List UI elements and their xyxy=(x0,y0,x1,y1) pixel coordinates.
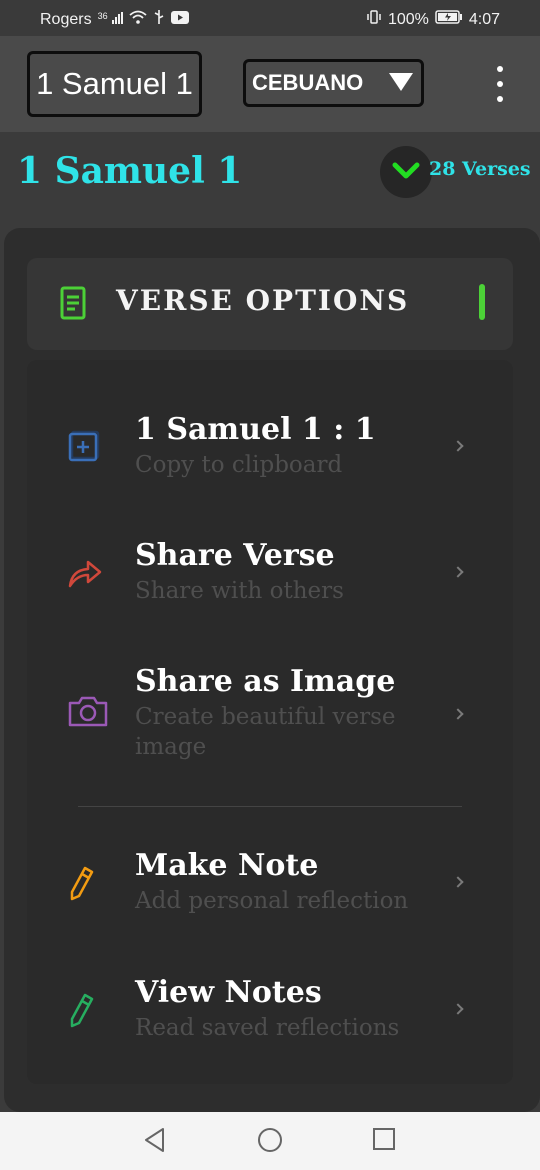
network-type: 36 xyxy=(97,10,108,21)
chevron-right-icon xyxy=(452,876,464,888)
system-navigation-bar xyxy=(0,1112,540,1170)
view-notes-option[interactable]: View Notes Read saved reflections xyxy=(27,963,513,1059)
camera-icon xyxy=(68,696,108,727)
recents-icon[interactable] xyxy=(372,1127,396,1151)
back-icon[interactable] xyxy=(143,1127,167,1153)
copy-verse-option[interactable]: 1 Samuel 1 : 1 Copy to clipboard xyxy=(27,400,513,496)
option-subtitle: Read saved reflections xyxy=(135,1015,400,1041)
option-title: Make Note xyxy=(135,848,319,883)
usb-icon xyxy=(153,9,165,30)
share-as-image-option[interactable]: Share as Image Create beautiful verse im… xyxy=(27,652,513,778)
verse-options-title: VERSE OPTIONS xyxy=(116,284,410,317)
more-options-button[interactable] xyxy=(490,66,510,102)
accent-bar xyxy=(479,284,485,320)
wifi-icon xyxy=(129,10,147,29)
option-subtitle: Add personal reflection xyxy=(135,888,409,914)
app-header: 1 Samuel 1 CEBUANO xyxy=(0,36,540,132)
document-icon xyxy=(60,286,86,320)
verse-options-header: VERSE OPTIONS xyxy=(27,258,513,350)
more-dot-icon xyxy=(497,66,503,72)
option-title: Share Verse xyxy=(135,538,335,573)
book-chapter-selector[interactable]: 1 Samuel 1 xyxy=(27,51,202,117)
clock: 4:07 xyxy=(468,10,500,28)
share-verse-option[interactable]: Share Verse Share with others xyxy=(27,526,513,622)
divider xyxy=(78,806,462,807)
chevron-right-icon xyxy=(452,1003,464,1015)
chevron-right-icon xyxy=(452,440,464,452)
language-label: CEBUANO xyxy=(252,70,364,95)
option-subtitle: Share with others xyxy=(135,578,344,604)
share-arrow-icon xyxy=(68,560,102,588)
vibrate-icon xyxy=(366,9,382,30)
make-note-option[interactable]: Make Note Add personal reflection xyxy=(27,836,513,932)
dropdown-triangle-icon xyxy=(389,73,413,91)
pencil-icon xyxy=(70,993,94,1028)
battery-icon xyxy=(435,10,463,29)
option-title: Share as Image xyxy=(135,664,396,699)
verses-toggle-button[interactable] xyxy=(380,146,432,198)
option-title: View Notes xyxy=(135,975,322,1010)
pencil-icon xyxy=(70,866,94,901)
status-bar: Rogers 36 100% 4:07 xyxy=(0,0,540,36)
chevron-down-icon xyxy=(392,162,420,179)
language-selector[interactable]: CEBUANO xyxy=(243,59,424,107)
signal-icon: 36 xyxy=(97,10,124,29)
battery-percent: 100% xyxy=(387,10,429,28)
more-dot-icon xyxy=(497,81,503,87)
chapter-title: 1 Samuel 1 xyxy=(17,150,243,192)
status-right: 100% 4:07 xyxy=(366,9,500,30)
copy-icon xyxy=(68,430,100,462)
option-subtitle: Create beautiful verse image xyxy=(135,704,396,760)
chevron-right-icon xyxy=(452,566,464,578)
carrier-name: Rogers xyxy=(40,10,92,28)
status-left: Rogers 36 xyxy=(40,9,190,30)
more-dot-icon xyxy=(497,96,503,102)
chevron-right-icon xyxy=(452,708,464,720)
option-title: 1 Samuel 1 : 1 xyxy=(135,412,376,447)
option-subtitle: Copy to clipboard xyxy=(135,452,343,478)
home-icon[interactable] xyxy=(257,1127,283,1153)
youtube-icon xyxy=(171,10,190,29)
verse-count[interactable]: 28 Verses xyxy=(429,158,531,180)
